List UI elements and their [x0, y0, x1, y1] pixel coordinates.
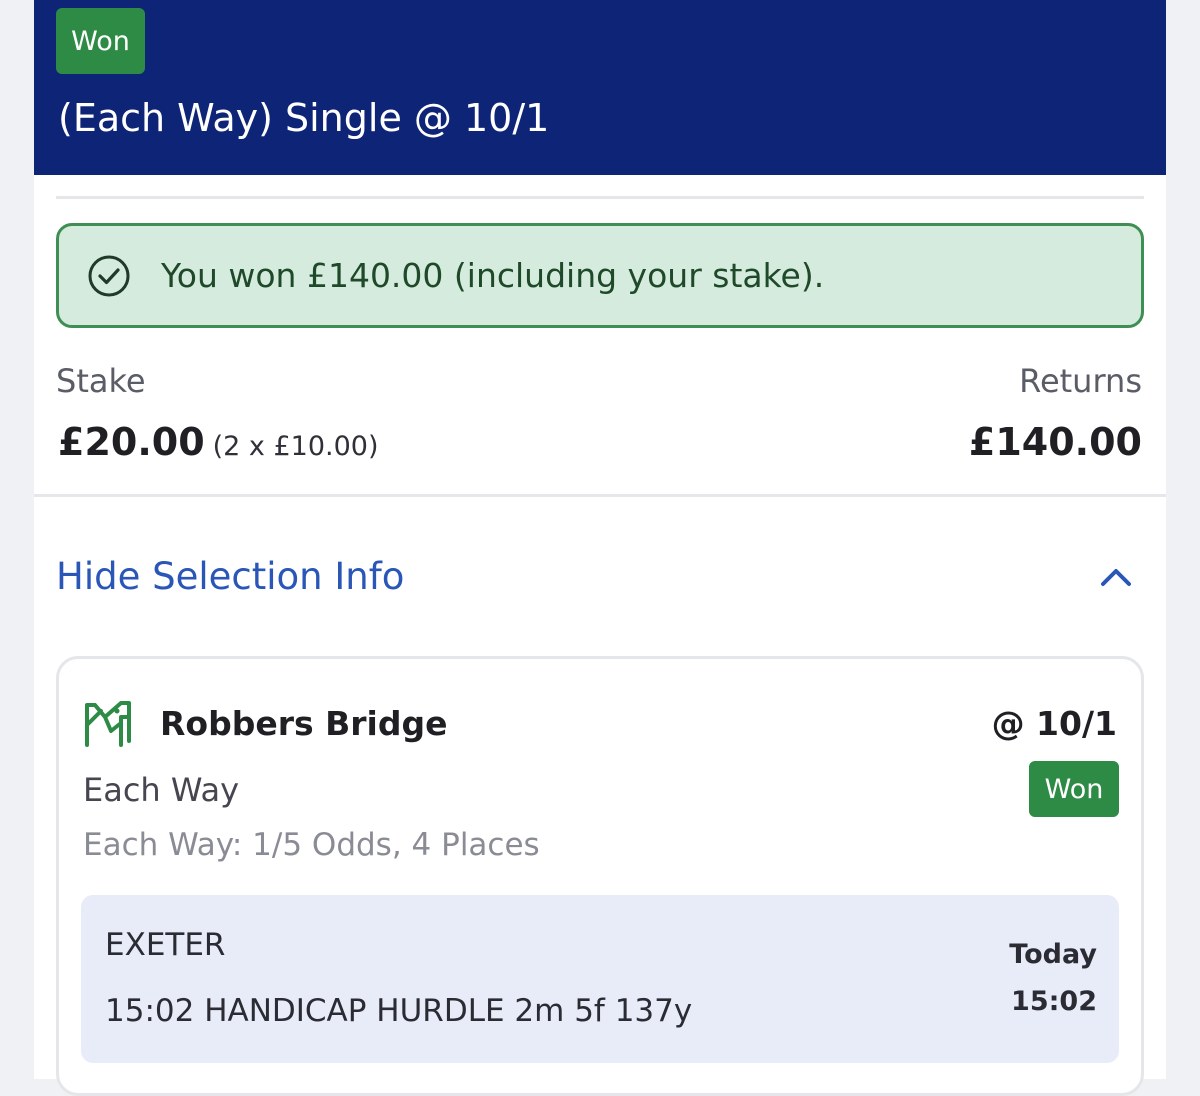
stake-label: Stake [56, 362, 146, 400]
status-badge: Won [56, 8, 145, 74]
divider [56, 196, 1144, 199]
race-venue: EXETER [105, 927, 226, 963]
hide-selection-info-link[interactable]: Hide Selection Info [56, 555, 404, 598]
each-way-terms: Each Way: 1/5 Odds, 4 Places [83, 827, 540, 863]
result-banner: You won £140.00 (including your stake). [56, 223, 1144, 328]
bet-header: Won (Each Way) Single @ 10/1 [34, 0, 1166, 175]
returns-value: £140.00 [968, 420, 1142, 464]
returns-label: Returns [1019, 362, 1142, 400]
bet-title: (Each Way) Single @ 10/1 [58, 96, 550, 140]
section-divider [34, 494, 1166, 497]
race-day: Today [1009, 939, 1097, 970]
stake-breakdown: (2 x £10.00) [212, 431, 379, 462]
check-circle-icon [88, 255, 130, 296]
selection-odds: @ 10/1 [991, 704, 1117, 743]
stake-amount-row: £20.00 (2 x £10.00) [58, 420, 379, 464]
race-time: 15:02 [1011, 986, 1097, 1017]
selection-status-badge: Won [1029, 761, 1119, 817]
race-name: 15:02 HANDICAP HURDLE 2m 5f 137y [105, 993, 693, 1029]
stake-value: £20.00 [58, 420, 205, 464]
race-info: EXETER 15:02 HANDICAP HURDLE 2m 5f 137y … [81, 895, 1119, 1063]
result-text: You won £140.00 (including your stake). [161, 256, 825, 295]
bet-card: Won (Each Way) Single @ 10/1 You won £14… [34, 0, 1166, 1096]
chevron-up-icon[interactable] [1098, 562, 1134, 590]
market-type: Each Way [83, 771, 240, 809]
horse-racing-icon [85, 701, 131, 747]
selection-card: Robbers Bridge @ 10/1 Won Each Way Each … [56, 656, 1144, 1096]
selection-name: Robbers Bridge [160, 704, 448, 743]
